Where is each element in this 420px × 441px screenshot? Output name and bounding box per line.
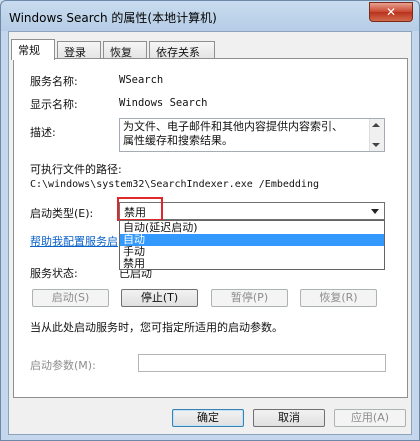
apply-button[interactable]: 应用(A) xyxy=(334,409,406,427)
description-label: 描述: xyxy=(30,126,56,139)
description-line: 为文件、电子邮件和其他内容提供内容索引、 xyxy=(123,120,343,133)
option-disabled[interactable]: 禁用 xyxy=(120,258,384,270)
description-line: 属性缓存和搜索结果。 xyxy=(123,134,233,147)
tab-dependencies[interactable]: 依存关系 xyxy=(149,41,215,59)
tab-logon[interactable]: 登录 xyxy=(57,41,101,59)
properties-dialog: Windows Search 的属性(本地计算机) ✕ 常规 登录 恢复 依存关… xyxy=(0,0,420,441)
startup-type-dropdown: 自动(延迟启动) 自动 手动 禁用 xyxy=(119,220,385,270)
annotation-highlight xyxy=(117,197,163,221)
description-scrollbar[interactable] xyxy=(369,119,384,151)
option-manual[interactable]: 手动 xyxy=(120,246,384,258)
start-params-hint: 当从此处启动服务时，您可指定所适用的启动参数。 xyxy=(30,321,283,334)
close-icon: ✕ xyxy=(385,5,397,19)
startup-type-label: 启动类型(E): xyxy=(30,207,94,220)
close-button[interactable]: ✕ xyxy=(369,2,413,22)
description-box[interactable]: 为文件、电子邮件和其他内容提供内容索引、 属性缓存和搜索结果。 xyxy=(119,118,385,152)
start-params-label: 启动参数(M): xyxy=(30,359,96,372)
option-auto[interactable]: 自动 xyxy=(120,234,384,246)
service-name-label: 服务名称: xyxy=(30,75,78,88)
chevron-down-icon[interactable] xyxy=(371,209,379,214)
service-name-value: WSearch xyxy=(119,74,164,86)
window-title: Windows Search 的属性(本地计算机) xyxy=(9,11,217,25)
start-button[interactable]: 启动(S) xyxy=(32,289,109,307)
tab-label: 常规 xyxy=(18,44,40,57)
resume-button[interactable]: 恢复(R) xyxy=(300,289,377,307)
option-auto-delayed[interactable]: 自动(延迟启动) xyxy=(120,222,384,234)
exe-path-label: 可执行文件的路径: xyxy=(30,163,122,176)
pause-button[interactable]: 暂停(P) xyxy=(211,289,288,307)
display-name-value: Windows Search xyxy=(119,97,208,109)
cancel-button[interactable]: 取消 xyxy=(253,409,325,427)
service-status-label: 服务状态: xyxy=(30,267,78,280)
tab-general[interactable]: 常规 xyxy=(11,39,55,60)
title-bar[interactable]: Windows Search 的属性(本地计算机) ✕ xyxy=(1,1,419,31)
tab-recovery[interactable]: 恢复 xyxy=(103,41,147,59)
scroll-down-icon[interactable] xyxy=(372,143,380,147)
start-params-input[interactable] xyxy=(138,354,386,372)
scroll-up-icon[interactable] xyxy=(372,123,380,127)
ok-button[interactable]: 确定 xyxy=(172,409,244,427)
help-configure-link[interactable]: 帮助我配置服务启 xyxy=(30,233,118,249)
display-name-label: 显示名称: xyxy=(30,98,78,111)
stop-button[interactable]: 停止(T) xyxy=(121,289,198,307)
exe-path-value: C:\windows\system32\SearchIndexer.exe /E… xyxy=(30,179,319,190)
